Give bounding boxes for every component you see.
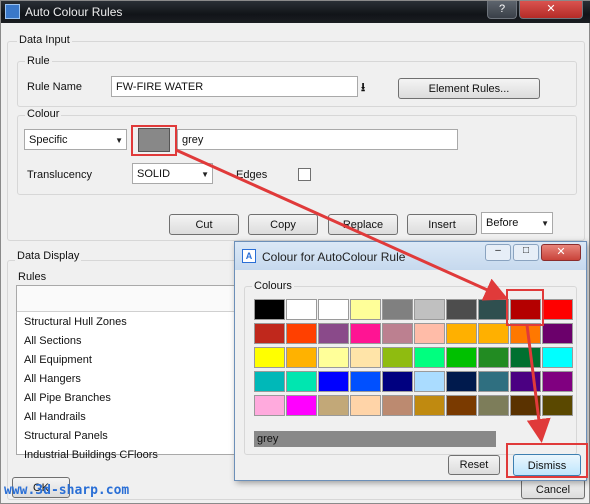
annotation-arrows	[175, 148, 551, 443]
arrow-palette-to-dismiss	[525, 324, 551, 443]
watermark: www.3d-sharp.com	[4, 483, 130, 498]
arrow-swatch-to-palette	[175, 148, 509, 301]
